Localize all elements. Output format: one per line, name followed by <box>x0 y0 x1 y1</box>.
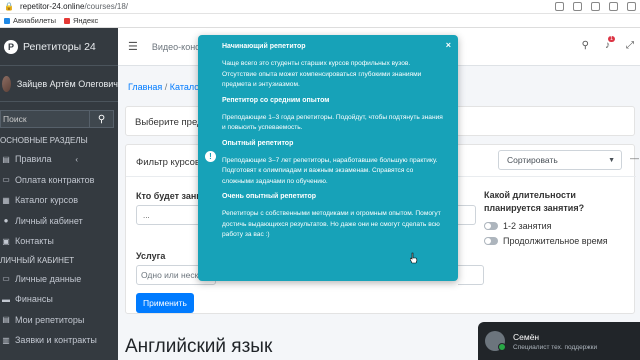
sidebar-item-cabinet[interactable]: ● Личный кабинет <box>0 211 118 232</box>
brand-text: Репетиторы 24 <box>23 40 96 53</box>
sidebar-item-personal-data[interactable]: ▭ Личные данные <box>0 269 118 290</box>
sidebar-item-payment[interactable]: ▭ Оплата контрактов <box>0 170 118 191</box>
wallet-icon: ▬ <box>2 294 10 304</box>
breadcrumb-home[interactable]: Главная <box>128 82 162 92</box>
close-icon[interactable]: × <box>446 40 451 50</box>
breadcrumb: Главная / Катало <box>128 82 199 92</box>
popover-text-beginner: Чаще всего это студенты старших курсов п… <box>222 60 422 89</box>
duration-option-short[interactable]: 1-2 занятия <box>484 221 552 231</box>
popover-heading-very-experienced: Очень опытный репетитор <box>222 193 317 201</box>
popover-text-middle: Преподающие 1–3 года репетиторы. Подойду… <box>222 113 443 132</box>
contacts-icon: ▣ <box>2 236 10 246</box>
sidebar-item-finances[interactable]: ▬ Финансы <box>0 289 118 310</box>
popover-text-very-experienced: Репетиторы с собственными методиками и о… <box>222 210 441 239</box>
chevron-down-icon: ▼ <box>608 156 615 164</box>
user-panel[interactable]: Зайцев Артём Олегович <box>0 66 118 102</box>
popover-heading-beginner: Начинающий репетитор <box>222 43 306 50</box>
who-label: Кто будет зани <box>136 191 202 201</box>
chat-agent-role: Специалист тех. поддержки <box>513 343 598 351</box>
chat-agent-name: Семён <box>513 331 540 342</box>
video-consultation-link[interactable]: Видео-конс <box>152 42 200 52</box>
sidebar-item-rules[interactable]: ▤ Правила ‹ <box>0 149 118 170</box>
teachers-icon: ▤ <box>2 315 10 325</box>
lock-icon: 🔒 <box>4 2 14 11</box>
logo-icon: Р <box>4 39 18 54</box>
nav-header-main: ОСНОВНЫЕ РАЗДЕЛЫ <box>0 136 88 145</box>
sidebar-item-requests[interactable]: ▥ Заявки и контракты <box>0 330 118 351</box>
camera-icon[interactable] <box>609 2 618 11</box>
plane-icon <box>4 17 10 24</box>
section-title: Английский язык <box>125 336 273 357</box>
subject-select-text: Выберите пред <box>135 117 203 128</box>
bookmark-yandex[interactable]: Яндекс <box>63 16 98 25</box>
profile-icon[interactable] <box>627 2 636 11</box>
sidebar-item-my-tutors[interactable]: ▤ Мои репетиторы <box>0 310 118 331</box>
notification-badge: 1 <box>607 36 615 42</box>
popover-heading-middle: Репетитор со средним опытом <box>222 96 330 104</box>
fullscreen-icon[interactable]: ⤢ <box>626 40 634 51</box>
collapse-icon[interactable]: — <box>630 153 639 163</box>
avatar <box>2 75 11 92</box>
catalog-icon: ▦ <box>2 195 10 205</box>
search-icon[interactable]: ⚲ <box>90 110 114 128</box>
sort-select[interactable]: Сортировать ▼ <box>498 150 622 170</box>
info-icon[interactable]: ! <box>205 151 216 162</box>
sidebar-item-contacts[interactable]: ▣ Контакты <box>0 231 118 252</box>
breadcrumb-catalog[interactable]: Катало <box>170 82 199 92</box>
search-icon[interactable]: ⚲ <box>582 40 589 51</box>
sidebar-search-input[interactable]: Поиск <box>0 110 90 128</box>
sidebar-item-catalog[interactable]: ▦ Каталог курсов <box>0 190 118 211</box>
duration-option-long[interactable]: Продолжительное время <box>484 236 608 246</box>
service-label: Услуга <box>136 251 166 261</box>
who-select-right-edge[interactable] <box>458 205 476 225</box>
extension-icon[interactable] <box>555 2 564 11</box>
chevron-left-icon: ‹ <box>75 154 78 164</box>
contracts-icon: ▥ <box>2 335 10 345</box>
bell-icon[interactable]: ♪ 1 <box>605 36 615 51</box>
id-card-icon: ▭ <box>2 274 10 284</box>
hand-cursor-icon <box>410 252 418 264</box>
brand[interactable]: Р Репетиторы 24 <box>0 28 118 66</box>
popover-text-experienced: Преподающие 3–7 лет репетиторы, наработа… <box>222 156 438 185</box>
toggle-switch[interactable] <box>484 222 498 230</box>
menu-icon[interactable]: ☰ <box>128 40 138 53</box>
user-name[interactable]: Зайцев Артём Олегович <box>17 79 118 89</box>
yandex-icon <box>63 17 70 24</box>
credit-card-icon: ▭ <box>2 175 10 185</box>
duration-label: Какой длительности планируется занятия? <box>484 190 585 213</box>
sidebar: Р Репетиторы 24 Зайцев Артём Олегович По… <box>0 28 118 360</box>
book-icon: ▤ <box>2 154 10 164</box>
bookmark-aviabilety[interactable]: Авиабилеты <box>4 16 56 25</box>
tutor-level-popover: × ! Начинающий репетитор Чаще всего это … <box>198 35 458 281</box>
toggle-switch[interactable] <box>484 237 498 245</box>
service-input-right-edge[interactable] <box>458 265 484 285</box>
nav-header-cabinet: ЛИЧНЫЙ КАБИНЕТ <box>0 255 75 265</box>
apply-button[interactable]: Применить <box>136 293 194 313</box>
url-text[interactable]: repetitor-24.online/courses/18/ <box>20 2 128 11</box>
bookmarks-bar: Авиабилеты Яндекс <box>0 14 640 28</box>
chat-avatar <box>485 331 506 351</box>
popover-heading-experienced: Опытный репетитор <box>222 139 294 147</box>
sidebar-search: Поиск ⚲ <box>0 110 114 128</box>
browser-address-bar[interactable]: 🔒 repetitor-24.online/courses/18/ <box>0 0 640 14</box>
download-icon[interactable] <box>591 2 600 11</box>
support-chat-widget[interactable]: Семён Специалист тех. поддержки <box>478 322 640 360</box>
user-icon: ● <box>3 216 9 226</box>
filter-title: Фильтр курсов <box>136 157 200 168</box>
bookmark-star-icon[interactable] <box>573 2 582 11</box>
